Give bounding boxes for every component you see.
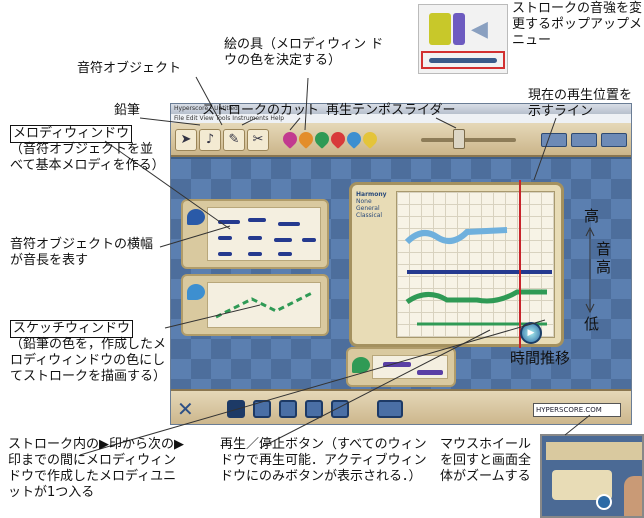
note-object[interactable] (383, 362, 411, 367)
annotation-note-width: 音符オブジェクトの横幅が音長を表す (10, 237, 154, 268)
tempo-slider-knob[interactable] (453, 129, 465, 149)
note-object[interactable] (248, 252, 262, 256)
note-object[interactable] (302, 238, 316, 242)
note-object[interactable] (218, 252, 232, 256)
melody-window-purple[interactable] (346, 347, 456, 387)
stroke-cut-tool-icon[interactable]: ✂ (247, 129, 269, 151)
annotation-mouse-wheel: マウスホイールを回すと画面全体がズームする (440, 437, 532, 484)
annotation-palette: 絵の具（メロディウィン ドウの色を決定する） (224, 37, 384, 68)
melody-grid[interactable] (372, 355, 448, 379)
melody-window-green[interactable] (181, 274, 329, 336)
annotation-stroke-cut: ストロークのカット (202, 103, 320, 118)
close-x-icon[interactable]: ✕ (177, 397, 194, 421)
play-stop-button[interactable]: ▶ (520, 322, 542, 344)
axis-label-pitch: 音高 (596, 240, 612, 276)
axis-label-low: 低 (584, 315, 600, 333)
window-slot-2[interactable] (253, 400, 271, 418)
note-object[interactable] (274, 238, 292, 242)
note-object[interactable] (218, 236, 232, 240)
window-slot-1[interactable] (227, 400, 245, 418)
paint-green-icon[interactable] (312, 129, 332, 149)
toolbar: ➤ ♪ ✎ ✂ (171, 123, 631, 157)
harmony-option-general[interactable]: General (356, 205, 394, 212)
note-object[interactable] (218, 220, 240, 224)
sketch-canvas[interactable] (396, 191, 555, 338)
note-object[interactable] (417, 370, 443, 375)
annotation-note-object: 音符オブジェクト (77, 61, 182, 76)
paint-purple-icon[interactable] (280, 129, 300, 149)
speaker-icon[interactable]: ◀ (471, 17, 488, 42)
window-button-3[interactable] (601, 133, 627, 147)
popup-intensity-slider[interactable] (421, 51, 505, 69)
bottom-bar: ✕ HYPERSCORE.COM (171, 389, 631, 424)
window-button-2[interactable] (571, 133, 597, 147)
axis-label-time: 時間推移 (510, 349, 571, 367)
popup-color-block-yellow (429, 13, 451, 45)
note-object-tool-icon[interactable]: ♪ (199, 129, 221, 151)
paint-orange-icon[interactable] (296, 129, 316, 149)
paint-blue-icon[interactable] (344, 129, 364, 149)
window-slot-3[interactable] (279, 400, 297, 418)
harmony-title: Harmony (356, 191, 387, 198)
tempo-slider-track[interactable] (421, 138, 516, 142)
paint-yellow-icon[interactable] (360, 129, 380, 149)
melody-color-lightblue-icon (187, 284, 205, 300)
annotation-pencil: 鉛筆 (114, 103, 141, 118)
axis-label-high: 高 (584, 207, 600, 225)
melody-grid[interactable] (207, 207, 321, 261)
window-button-1[interactable] (541, 133, 567, 147)
annotation-tempo-slider: 再生テンポスライダー (326, 103, 456, 118)
melody-zigzag-notes (215, 291, 313, 319)
harmony-panel[interactable]: Harmony None General Classical (356, 191, 394, 219)
hyperscore-logo: HYPERSCORE.COM (533, 403, 621, 417)
note-object[interactable] (248, 218, 266, 222)
melody-window-blue[interactable] (181, 199, 329, 269)
harmony-option-classical[interactable]: Classical (356, 212, 394, 219)
annotation-melody-window-desc: （音符オブジェクトを並べて基本メロディを作る） (10, 142, 165, 173)
pencil-tool-icon[interactable]: ✎ (223, 129, 245, 151)
melody-color-blue-icon (187, 209, 205, 225)
window-slot-4[interactable] (305, 400, 323, 418)
annotation-melody-window-title: メロディウィンドウ (10, 125, 133, 143)
note-object[interactable] (278, 222, 300, 226)
note-object[interactable] (248, 236, 262, 240)
annotation-playline: 現在の再生位置を示すライン (528, 88, 633, 119)
save-button[interactable] (377, 400, 403, 418)
note-object[interactable] (278, 252, 292, 256)
annotation-play-stop: 再生／停止ボタン（すべてのウィンドウで再生可能．アクティブウィンドウにのみボタン… (220, 437, 427, 484)
popup-color-block-purple (453, 13, 465, 45)
annotation-stroke-units: ストローク内の▶印から次の▶印までの間にメロディウィンドウで作成したメロディユニ… (8, 437, 184, 500)
hyperscore-app-window: Hyperscore - Untitled File Edit View Too… (170, 103, 632, 425)
annotation-popup-menu: ストロークの音強を変更するポップアップメニュー (512, 1, 643, 48)
paint-red-icon[interactable] (328, 129, 348, 149)
melody-color-green-icon (352, 357, 370, 373)
playback-position-line (519, 180, 521, 348)
zoom-example-screenshot (540, 434, 644, 518)
annotation-sketch-window-title: スケッチウィンドウ (10, 320, 134, 338)
hand-on-mouse-image (624, 476, 642, 516)
harmony-option-none[interactable]: None (356, 198, 394, 205)
annotation-sketch-window-desc: （鉛筆の色を，作成したメロディウィンドウの色にしてストロークを描画する） (10, 337, 167, 384)
melody-grid[interactable] (207, 282, 321, 328)
stroke-layer (404, 227, 552, 326)
arrow-select-tool-icon[interactable]: ➤ (175, 129, 197, 151)
stroke-intensity-popup[interactable]: ◀ (418, 4, 508, 74)
window-slot-5[interactable] (331, 400, 349, 418)
